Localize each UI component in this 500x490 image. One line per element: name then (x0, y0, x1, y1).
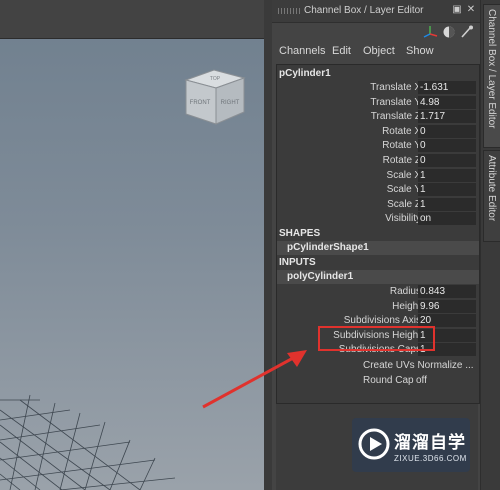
view-cube[interactable]: TOP FRONT RIGHT (178, 58, 252, 132)
create-uvs-row[interactable]: Create UVs Normalize ... (363, 360, 474, 371)
watermark: 溜溜自学 ZIXUE.3D66.COM (352, 418, 470, 472)
channel-row[interactable]: Height 9.96 (277, 299, 479, 315)
channel-box-panel: Channel Box / Layer Editor ▣ ✕ Channels … (272, 0, 480, 490)
highlight-box (318, 326, 435, 351)
channel-value-field[interactable]: 1 (418, 183, 476, 197)
input-node-row[interactable]: polyCylinder1 (277, 270, 479, 284)
display-mode-icon[interactable] (443, 26, 455, 38)
channel-row[interactable]: Translate Y 4.98 (277, 95, 479, 111)
channel-row[interactable]: Rotate Z 0 (277, 154, 479, 169)
panel-toolbar (423, 25, 473, 38)
channel-box-menubar: Channels Edit Object Show (272, 42, 480, 60)
channel-row[interactable]: Radius 0.843 (277, 285, 479, 300)
play-logo-icon (358, 428, 390, 460)
channel-row[interactable]: Scale X 1 (277, 168, 479, 184)
drag-grip-icon[interactable] (278, 8, 302, 14)
input-node-name: polyCylinder1 (287, 271, 354, 282)
viewcube-right-label: RIGHT (221, 100, 240, 106)
inputs-header: INPUTS (279, 257, 316, 268)
object-name[interactable]: pCylinder1 (279, 68, 331, 79)
channel-label: Height (392, 300, 421, 312)
channel-label: Radius (389, 286, 421, 297)
menu-edit[interactable]: Edit (332, 45, 351, 57)
viewport-toolbar (0, 0, 264, 39)
channel-value-field[interactable]: 4.98 (418, 95, 476, 109)
menu-channels[interactable]: Channels (279, 45, 325, 57)
channel-row[interactable]: Scale Z 1 (277, 197, 479, 213)
side-tab-strip: Channel Box / Layer Editor Attribute Edi… (480, 0, 500, 490)
channel-value-field[interactable]: 1.717 (418, 110, 476, 124)
channel-label: Visibility (385, 213, 421, 225)
channel-label: Subdivisions Axis (343, 315, 421, 327)
tab-label: Attribute Editor (486, 155, 497, 222)
shape-node-name: pCylinderShape1 (287, 242, 369, 253)
annotation-arrow (202, 350, 307, 409)
panel-titlebar[interactable]: Channel Box / Layer Editor ▣ ✕ (272, 0, 480, 23)
channel-row[interactable]: Rotate Y 0 (277, 139, 479, 154)
tab-channel-box[interactable]: Channel Box / Layer Editor (483, 4, 500, 148)
channel-value-field[interactable]: -1.631 (418, 81, 476, 94)
channel-label: Translate X (370, 82, 421, 93)
channel-row[interactable]: Translate Z 1.717 (277, 110, 479, 125)
channel-row[interactable]: Scale Y 1 (277, 183, 479, 198)
channel-row[interactable]: Rotate X 0 (277, 124, 479, 140)
channel-label: Scale Z (387, 198, 421, 210)
channel-label: Translate Z (370, 111, 421, 123)
channel-row[interactable]: Visibility on (277, 212, 479, 227)
pin-icon[interactable] (461, 25, 473, 38)
channel-value-field[interactable]: on (418, 212, 476, 226)
viewcube-front-label: FRONT (190, 100, 211, 106)
channel-value-field[interactable]: 1 (418, 168, 476, 182)
tab-label: Channel Box / Layer Editor (486, 9, 497, 129)
shape-node-row[interactable]: pCylinderShape1 (277, 241, 479, 255)
channel-value-field[interactable]: 0.843 (418, 285, 476, 298)
channel-value-field[interactable]: 0 (418, 124, 476, 138)
panel-title: Channel Box / Layer Editor (304, 5, 424, 16)
watermark-brand: 溜溜自学 (394, 433, 466, 452)
menu-object[interactable]: Object (363, 45, 395, 57)
channel-row[interactable]: Translate X -1.631 (277, 81, 479, 96)
viewcube-top-label: TOP (210, 76, 221, 82)
channel-value-field[interactable]: 0 (418, 139, 476, 153)
watermark-url: ZIXUE.3D66.COM (394, 454, 467, 463)
channel-label: Rotate X (382, 125, 421, 137)
close-icon[interactable]: ✕ (466, 5, 476, 15)
channel-value-field[interactable]: 1 (418, 197, 476, 211)
channel-label: Translate Y (370, 96, 421, 108)
menu-show[interactable]: Show (406, 45, 434, 57)
channel-label: Scale X (386, 169, 421, 181)
channel-label: Round Cap (363, 375, 414, 386)
channel-label: Rotate Y (382, 140, 421, 152)
viewport-divider[interactable] (264, 0, 272, 490)
shapes-header: SHAPES (279, 228, 321, 239)
channel-value-field[interactable]: 0 (418, 154, 476, 167)
3d-viewport[interactable]: TOP FRONT RIGHT (0, 0, 264, 490)
axis-icon[interactable] (423, 26, 438, 38)
float-panel-icon[interactable]: ▣ (452, 5, 462, 15)
channel-label: Scale Y (386, 184, 421, 196)
channel-value-field[interactable]: 9.96 (418, 299, 476, 313)
channel-value-field[interactable]: off (416, 375, 427, 386)
tab-attribute-editor[interactable]: Attribute Editor (483, 150, 500, 242)
channel-label: Rotate Z (382, 155, 421, 166)
